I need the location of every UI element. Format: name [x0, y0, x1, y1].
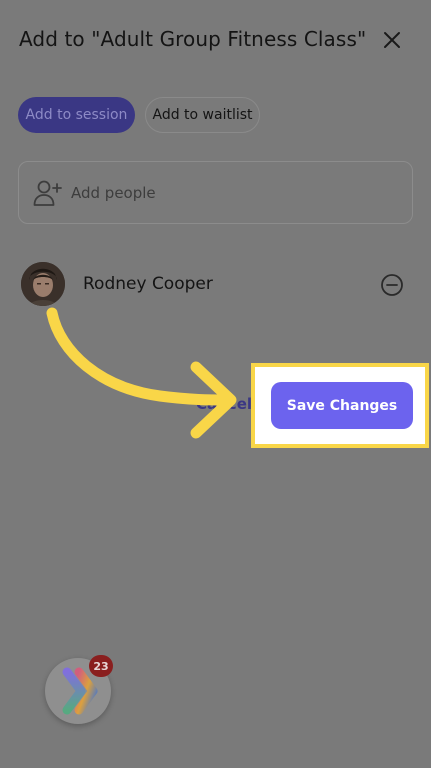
- modal-backdrop: Add to "Adult Group Fitness Class" Add t…: [0, 0, 431, 768]
- notification-badge: 23: [89, 655, 113, 677]
- curved-arrow-icon: [46, 307, 237, 439]
